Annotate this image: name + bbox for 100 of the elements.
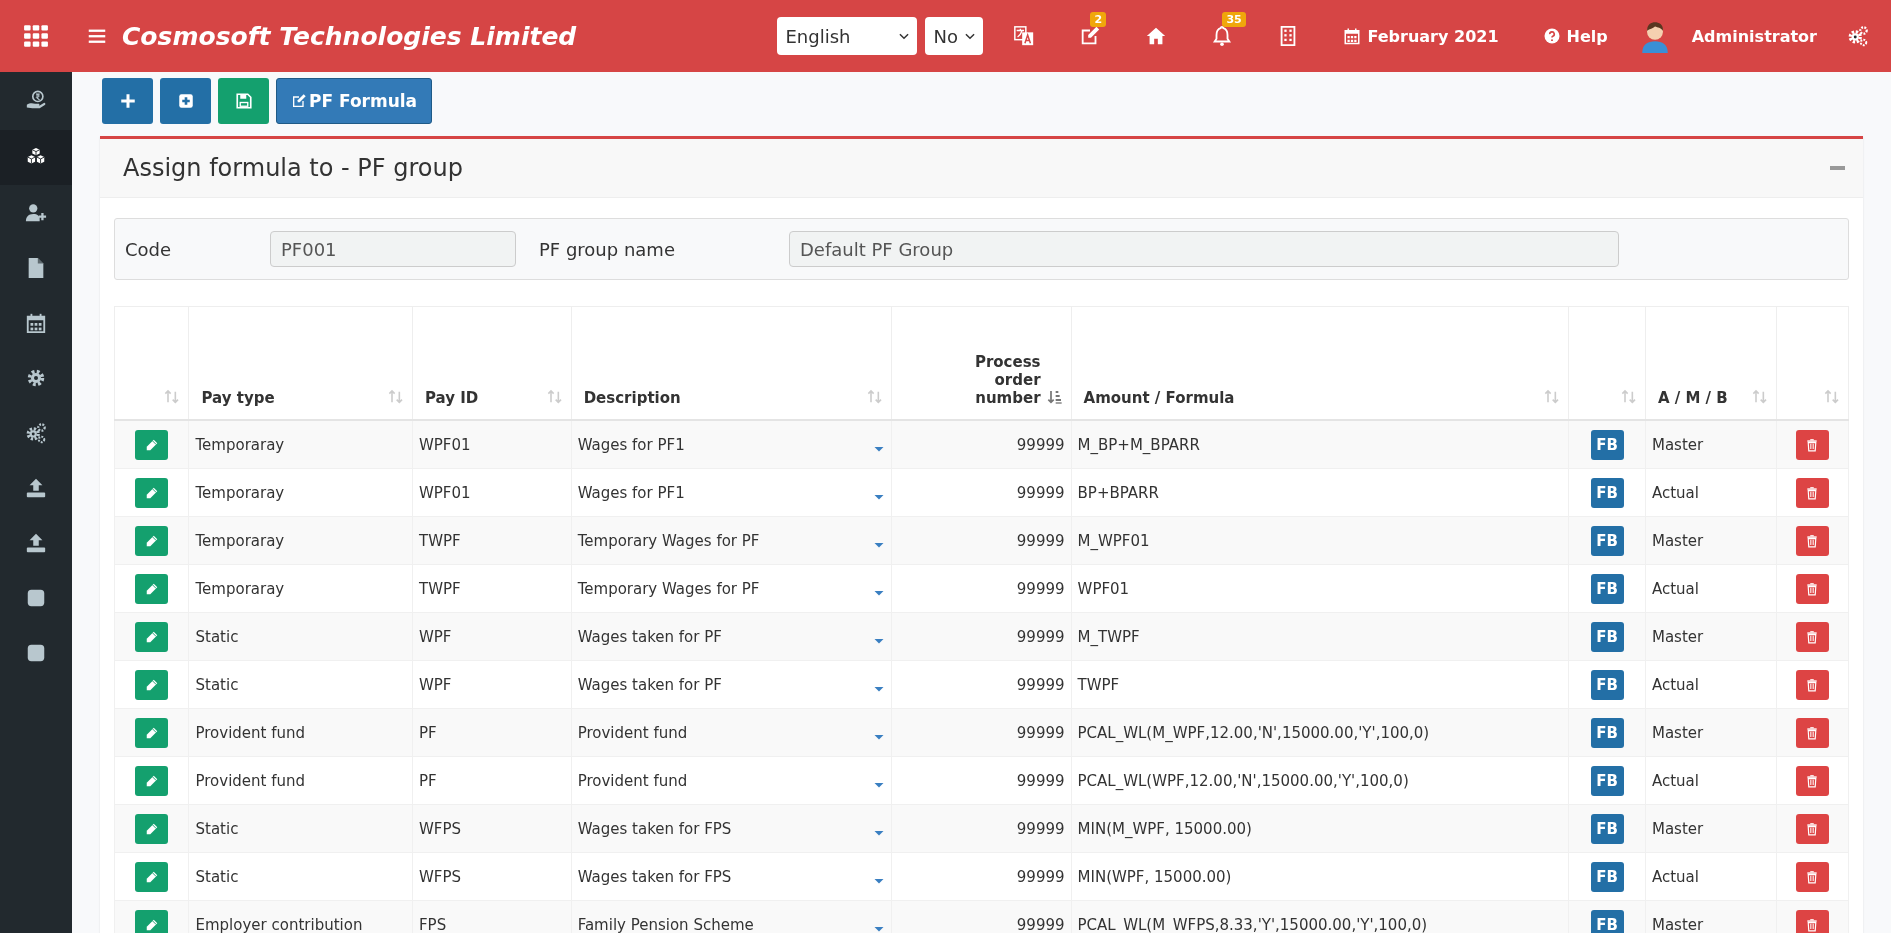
delete-row-button[interactable] [1795,717,1829,748]
table-cell: WPF [418,627,452,646]
period-button[interactable]: February 2021 [1343,26,1499,46]
table-cell: WPF01 [1077,579,1130,598]
trash-icon [1805,581,1820,596]
edit-row-button[interactable] [135,669,169,700]
table-cell: WPF [418,675,452,694]
settings-icon [1847,25,1869,47]
field-label: Code [125,238,173,260]
delete-row-button[interactable] [1795,909,1829,933]
table-cell: Actual [1651,579,1699,598]
table-cell: TWPF [418,579,461,598]
option-select[interactable]: No [925,17,984,55]
delete-row-button[interactable] [1795,429,1829,460]
delete-row-button[interactable] [1795,573,1829,604]
sidebar-item[interactable] [0,130,72,185]
table-cell: Static [195,867,239,886]
edit-row-button[interactable] [135,621,169,652]
table-cell: 99999 [1016,627,1065,646]
language-select[interactable]: English [777,17,918,55]
column-header[interactable]: Pay ID [424,389,479,407]
company-title: Cosmosoft Technologies Limited [122,21,577,51]
add-row-button[interactable] [160,78,211,124]
table-cell: MIN(WPF, 15000.00) [1077,867,1232,886]
trash-icon [1805,485,1820,500]
table-cell: FPS [418,915,447,933]
delete-row-button[interactable] [1795,765,1829,796]
delete-row-button[interactable] [1795,525,1829,556]
pencil-icon [144,677,159,692]
field-label: PF group name [539,238,676,260]
plus-square-icon [176,92,195,110]
table-cell: WPF01 [418,435,471,454]
table-cell: Temporary Wages for PF [577,531,760,550]
save-button[interactable] [218,78,269,124]
formula-builder-button[interactable]: FB [1590,813,1624,844]
add-button[interactable] [102,78,153,124]
edit-row-button[interactable] [135,717,169,748]
formula-builder-button[interactable]: FB [1590,429,1624,460]
trash-icon [1805,437,1820,452]
upload-icon [25,476,47,499]
calendar-icon [25,311,47,334]
edit-row-button[interactable] [135,477,169,508]
formula-builder-button[interactable]: FB [1590,525,1624,556]
edit-row-button[interactable] [135,525,169,556]
table-cell: 99999 [1016,675,1065,694]
pf-formula-button[interactable]: PF Formula [276,78,433,124]
edit-row-button[interactable] [135,909,169,933]
calendar-icon [1343,27,1362,45]
home-icon [1145,25,1168,47]
delete-row-button[interactable] [1795,621,1829,652]
edit-row-button[interactable] [135,813,169,844]
table-cell: Actual [1651,483,1699,502]
edit-row-button[interactable] [135,861,169,892]
formula-builder-button[interactable]: FB [1590,573,1624,604]
group-name-field[interactable]: Default PF Group [789,231,1619,267]
table-cell: Wages for PF1 [577,435,685,454]
formula-builder-button[interactable]: FB [1590,477,1624,508]
formula-builder-button[interactable]: FB [1590,717,1624,748]
formula-builder-button[interactable]: FB [1590,861,1624,892]
table-cell: Temporaray [195,531,285,550]
table-cell: Master [1651,627,1704,646]
edit-row-button[interactable] [135,765,169,796]
delete-row-button[interactable] [1795,477,1829,508]
table-cell: Actual [1651,867,1699,886]
sort-descending-icon[interactable] [1046,389,1063,405]
notification-count-badge: 35 [1222,12,1246,27]
formula-builder-button[interactable]: FB [1590,669,1624,700]
table-cell: WPF01 [418,483,471,502]
help-button[interactable]: Help [1542,26,1608,46]
table-cell: 99999 [1016,915,1065,933]
table-cell: Master [1651,915,1704,933]
column-header[interactable]: A / M / B [1657,389,1728,407]
column-header[interactable]: Process order number [970,353,1041,407]
column-header[interactable]: Description [583,389,681,407]
panel-title: Assign formula to - PF group [123,154,463,182]
table-cell: Temporaray [195,483,285,502]
formula-builder-button[interactable]: FB [1590,621,1624,652]
pencil-icon [144,821,159,836]
trash-icon [1805,677,1820,692]
pencil-icon [144,869,159,884]
pencil-icon [144,485,159,500]
delete-row-button[interactable] [1795,861,1829,892]
user-menu-button[interactable]: Administrator [1691,26,1817,46]
table-cell: Static [195,627,239,646]
delete-row-button[interactable] [1795,669,1829,700]
column-header[interactable]: Pay type [201,389,275,407]
delete-row-button[interactable] [1795,813,1829,844]
table-cell: Master [1651,531,1704,550]
pencil-icon [144,437,159,452]
table-cell: Wages taken for FPS [577,819,732,838]
formula-builder-button[interactable]: FB [1590,765,1624,796]
table-cell: Actual [1651,771,1699,790]
table-cell: PF [418,771,437,790]
table-cell: 99999 [1016,435,1065,454]
column-header[interactable]: Amount / Formula [1083,389,1235,407]
edit-row-button[interactable] [135,429,169,460]
edit-row-button[interactable] [135,573,169,604]
upload-icon [25,531,47,554]
formula-builder-button[interactable]: FB [1590,909,1624,933]
code-field[interactable]: PF001 [270,231,516,267]
